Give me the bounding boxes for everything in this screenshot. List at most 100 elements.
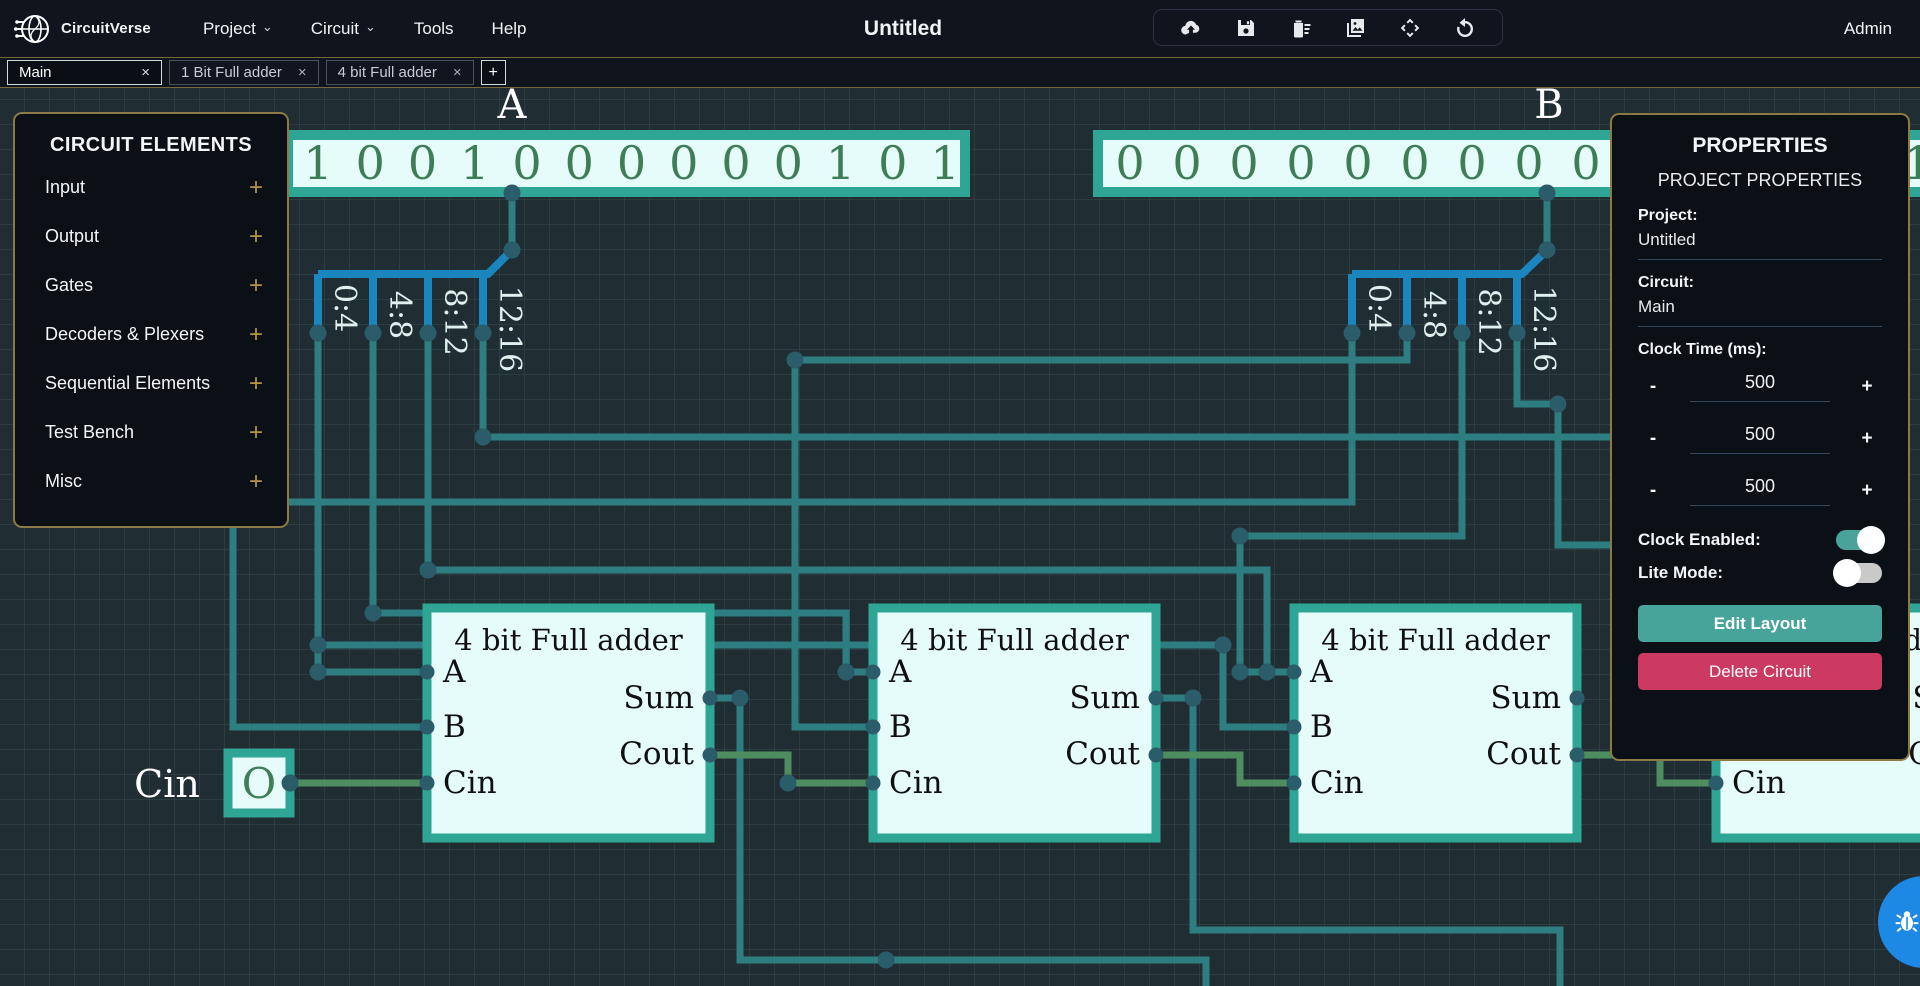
wire-node[interactable] bbox=[1509, 325, 1526, 342]
port-node[interactable] bbox=[420, 776, 435, 791]
increment-button[interactable]: + bbox=[1852, 428, 1882, 450]
wire-node[interactable] bbox=[310, 637, 327, 654]
wire-node[interactable] bbox=[838, 664, 855, 681]
input-a-bit[interactable]: 0 bbox=[356, 136, 385, 190]
wire-node[interactable] bbox=[420, 562, 437, 579]
port-node[interactable] bbox=[1709, 776, 1724, 791]
wire-node[interactable] bbox=[1399, 325, 1416, 342]
input-a-bit[interactable]: 1 bbox=[826, 136, 855, 190]
input-a-bit[interactable]: 0 bbox=[669, 136, 698, 190]
wire-node[interactable] bbox=[310, 325, 327, 342]
port-node[interactable] bbox=[866, 665, 881, 680]
input-b-bit[interactable]: 0 bbox=[1514, 136, 1543, 190]
cin-input-value[interactable]: O bbox=[242, 759, 276, 808]
tab-close-icon[interactable]: × bbox=[453, 64, 462, 81]
increment-button[interactable]: + bbox=[1852, 376, 1882, 398]
input-a-bit[interactable]: 0 bbox=[565, 136, 594, 190]
toggle-switch[interactable] bbox=[1836, 563, 1882, 583]
delete-icon[interactable] bbox=[1289, 16, 1313, 40]
element-category-misc[interactable]: Misc+ bbox=[15, 457, 287, 506]
decrement-button[interactable]: - bbox=[1638, 480, 1668, 502]
port-node[interactable] bbox=[866, 776, 881, 791]
element-category-gates[interactable]: Gates+ bbox=[15, 261, 287, 310]
menu-circuit[interactable]: Circuit⌄ bbox=[311, 19, 376, 39]
input-b-bit[interactable]: 0 bbox=[1571, 136, 1600, 190]
input-b-bit[interactable]: 0 bbox=[1400, 136, 1429, 190]
port-node[interactable] bbox=[1149, 748, 1164, 763]
port-node[interactable] bbox=[866, 720, 881, 735]
clock-time-value[interactable]: 500 bbox=[1745, 424, 1775, 444]
wire-node[interactable] bbox=[1232, 664, 1249, 681]
toggle-switch[interactable] bbox=[1836, 530, 1882, 550]
wire-node[interactable] bbox=[365, 325, 382, 342]
wire-node[interactable] bbox=[878, 952, 895, 969]
port-node[interactable] bbox=[703, 748, 718, 763]
decrement-button[interactable]: - bbox=[1638, 428, 1668, 450]
wire-node[interactable] bbox=[1550, 396, 1567, 413]
input-b-bit[interactable]: 0 bbox=[1343, 136, 1372, 190]
input-a-bit[interactable]: 0 bbox=[408, 136, 437, 190]
wire-node[interactable] bbox=[1259, 664, 1276, 681]
increment-button[interactable]: + bbox=[1852, 480, 1882, 502]
tab-4-bit-full-adder[interactable]: 4 bit Full adder× bbox=[326, 60, 474, 85]
element-category-output[interactable]: Output+ bbox=[15, 212, 287, 261]
expand-plus-icon[interactable]: + bbox=[249, 321, 263, 349]
clock-time-value[interactable]: 500 bbox=[1745, 476, 1775, 496]
wire-node[interactable] bbox=[310, 664, 327, 681]
wire-node[interactable] bbox=[282, 775, 299, 792]
brand[interactable]: CircuitVerse bbox=[14, 10, 151, 48]
decrement-button[interactable]: - bbox=[1638, 376, 1668, 398]
port-node[interactable] bbox=[1287, 776, 1302, 791]
input-a-bit[interactable]: 0 bbox=[721, 136, 750, 190]
tab-main[interactable]: Main× bbox=[7, 60, 162, 85]
circuit-value[interactable]: Main bbox=[1638, 297, 1882, 317]
wire-node[interactable] bbox=[1539, 185, 1556, 202]
port-node[interactable] bbox=[1570, 691, 1585, 706]
project-title[interactable]: Untitled bbox=[864, 17, 942, 41]
expand-plus-icon[interactable]: + bbox=[249, 370, 263, 398]
image-export-icon[interactable] bbox=[1343, 16, 1367, 40]
menu-tools[interactable]: Tools bbox=[414, 19, 454, 39]
expand-plus-icon[interactable]: + bbox=[249, 272, 263, 300]
wire-node[interactable] bbox=[504, 185, 521, 202]
wire-node[interactable] bbox=[365, 605, 382, 622]
wire-node[interactable] bbox=[1539, 242, 1556, 259]
wire-node[interactable] bbox=[1454, 325, 1471, 342]
element-category-sequential-elements[interactable]: Sequential Elements+ bbox=[15, 359, 287, 408]
port-node[interactable] bbox=[420, 720, 435, 735]
input-a-bit[interactable]: 0 bbox=[774, 136, 803, 190]
add-circuit-button[interactable]: + bbox=[481, 60, 506, 85]
port-node[interactable] bbox=[1287, 720, 1302, 735]
input-b-bit[interactable]: 0 bbox=[1286, 136, 1315, 190]
tab-1-bit-full-adder[interactable]: 1 Bit Full adder× bbox=[169, 60, 319, 85]
element-category-test-bench[interactable]: Test Bench+ bbox=[15, 408, 287, 457]
cloud-upload-icon[interactable] bbox=[1179, 16, 1203, 40]
element-category-input[interactable]: Input+ bbox=[15, 163, 287, 212]
port-node[interactable] bbox=[1149, 691, 1164, 706]
tab-close-icon[interactable]: × bbox=[298, 64, 307, 81]
input-b-bit[interactable]: 0 bbox=[1172, 136, 1201, 190]
expand-plus-icon[interactable]: + bbox=[249, 419, 263, 447]
input-a-bit[interactable]: 0 bbox=[617, 136, 646, 190]
menu-project[interactable]: Project⌄ bbox=[203, 19, 273, 39]
port-node[interactable] bbox=[420, 665, 435, 680]
wire-node[interactable] bbox=[787, 352, 804, 369]
wire-node[interactable] bbox=[475, 325, 492, 342]
expand-plus-icon[interactable]: + bbox=[249, 223, 263, 251]
menu-help[interactable]: Help bbox=[492, 19, 527, 39]
edit-layout-button[interactable]: Edit Layout bbox=[1638, 605, 1882, 642]
port-node[interactable] bbox=[1570, 748, 1585, 763]
port-node[interactable] bbox=[703, 691, 718, 706]
input-a-bit[interactable]: 1 bbox=[930, 136, 959, 190]
port-node[interactable] bbox=[1287, 665, 1302, 680]
input-a-bit[interactable]: 1 bbox=[303, 136, 332, 190]
expand-plus-icon[interactable]: + bbox=[249, 468, 263, 496]
input-a-bit[interactable]: 0 bbox=[512, 136, 541, 190]
input-b-bit[interactable]: 0 bbox=[1115, 136, 1144, 190]
wire-node[interactable] bbox=[504, 242, 521, 259]
input-a-bit[interactable]: 1 bbox=[460, 136, 489, 190]
wire-node[interactable] bbox=[475, 429, 492, 446]
tab-close-icon[interactable]: × bbox=[141, 64, 150, 81]
undo-icon[interactable] bbox=[1453, 16, 1477, 40]
wire-node[interactable] bbox=[780, 775, 797, 792]
